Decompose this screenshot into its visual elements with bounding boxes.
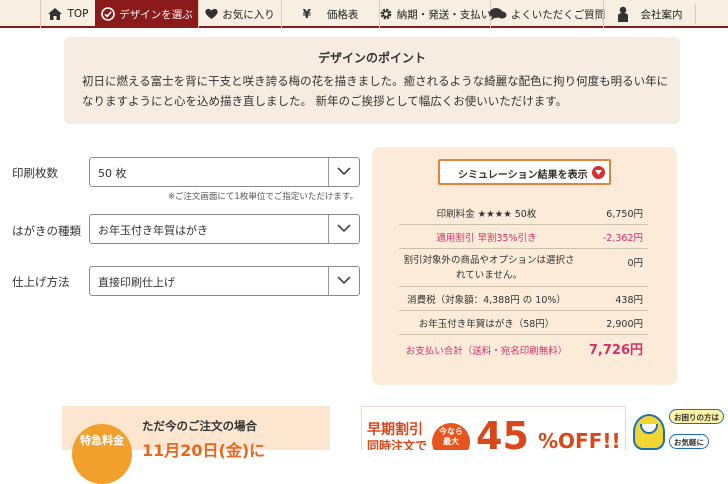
finish-method-value: 直接印刷仕上げ xyxy=(98,276,175,289)
print-count-value: 50 枚 xyxy=(98,167,127,180)
design-point-text: 初日に燃える富士を背に干支と咲き誇る梅の花を描きました。癒されるような綺麗な配色… xyxy=(82,74,669,108)
person-icon xyxy=(617,6,629,22)
chevron-down-icon[interactable] xyxy=(328,215,359,243)
speech-bubbles-icon xyxy=(489,7,507,21)
sim-row-print-fee: 印刷料金 ★★★★ 50枚 6,750円 xyxy=(399,201,648,225)
sim-row-value: 2,900円 xyxy=(606,319,643,330)
print-count-select[interactable]: 50 枚 xyxy=(89,157,360,187)
early-discount-off: %OFF!! xyxy=(538,429,621,450)
nav-item-choose-design[interactable]: デザインを選ぶ xyxy=(95,0,198,28)
design-point-panel: デザインのポイント 初日に燃える富士を背に干支と咲き誇る梅の花を描きました。癒さ… xyxy=(64,37,680,124)
sim-row-value: 7,726円 xyxy=(588,343,643,358)
design-point-title: デザインのポイント xyxy=(317,51,426,65)
nav-item-faq[interactable]: よくいただくご質問 xyxy=(489,0,606,28)
sim-row-label: 印刷料金 ★★★★ 50枚 xyxy=(436,209,537,220)
nav-item-label: よくいただくご質問 xyxy=(510,8,606,21)
sim-row-label: 適用割引 早割35%引き xyxy=(436,233,537,244)
express-fee-date: 11月20日(金)に xyxy=(142,441,266,460)
nav-item-label: 会社案内 xyxy=(640,8,683,21)
early-discount-subtitle: 同時注文で xyxy=(367,439,428,450)
express-fee-badge-text: 特急料金 xyxy=(80,434,124,447)
gear-icon xyxy=(379,7,393,21)
early-discount-title: 早期割引 xyxy=(367,422,423,438)
sim-row-value: 438円 xyxy=(615,295,643,306)
sim-row-non-discount: 割引対象外の商品やオプションは選択されていません。 0円 xyxy=(399,249,648,287)
chevron-down-icon[interactable] xyxy=(328,267,359,295)
help-widget[interactable]: お困りの方は お気軽に xyxy=(627,406,728,450)
card-type-value: お年玉付き年賀はがき xyxy=(98,224,208,237)
print-count-label: 印刷枚数 xyxy=(12,166,58,180)
sim-row-tax: 消費税（対象額：4,388円 の 10%） 438円 xyxy=(399,287,648,311)
nav-item-label: 価格表 xyxy=(326,8,359,21)
sim-row-discount: 適用割引 早割35%引き -2,362円 xyxy=(399,225,648,249)
nav-item-delivery-payment[interactable]: 納期・発送・支払い xyxy=(379,0,492,28)
help-tag-top: お困りの方は xyxy=(669,409,724,424)
sim-row-total: お支払い合計（送料・宛名印刷無料） 7,726円 xyxy=(399,335,648,361)
early-discount-banner[interactable]: 早期割引 同時注文で 今なら 最大 45 %OFF!! xyxy=(361,406,626,450)
nav-item-label: デザインを選ぶ xyxy=(119,8,193,21)
chevron-down-icon[interactable] xyxy=(328,158,359,186)
nav-item-top[interactable]: TOP xyxy=(40,0,95,28)
check-circle-icon xyxy=(101,7,116,21)
sim-row-label: お年玉付き年賀はがき（58円） xyxy=(418,319,555,330)
express-fee-badge: 特急料金 xyxy=(72,424,132,484)
nav-item-label: 納期・発送・支払い xyxy=(396,8,492,21)
express-fee-banner[interactable]: 特急料金 ただ今のご注文の場合 11月20日(金)に xyxy=(62,406,330,484)
sim-row-label: 割引対象外の商品やオプションは選択されていません。 xyxy=(403,255,575,281)
show-simulation-button[interactable]: シミュレーション結果を表示 xyxy=(438,159,611,185)
early-discount-badge-line1: 今なら xyxy=(439,427,463,436)
finish-method-select[interactable]: 直接印刷仕上げ xyxy=(89,266,360,296)
nav-item-label: お気に入り xyxy=(222,8,275,21)
sim-row-value: -2,362円 xyxy=(602,233,643,244)
early-discount-badge: 今なら 最大 xyxy=(432,423,470,450)
show-simulation-label: シミュレーション結果を表示 xyxy=(458,170,588,181)
yen-icon: ¥ xyxy=(302,7,311,21)
sim-row-label: お支払い合計（送料・宛名印刷無料） xyxy=(405,346,568,357)
express-fee-title: ただ今のご注文の場合 xyxy=(142,419,257,433)
top-navigation: TOP デザインを選ぶ お気に入り ¥ 価格表 納期・発送・支払い よくいただく… xyxy=(0,0,728,28)
print-count-note: ※ご注文画面にて1枚単位でご指定いただけます。 xyxy=(167,192,358,202)
nav-divider xyxy=(695,4,696,24)
nav-item-price-list[interactable]: ¥ 価格表 xyxy=(281,0,379,28)
sim-row-label: 消費税（対象額：4,388円 の 10%） xyxy=(407,295,566,306)
sim-row-value: 6,750円 xyxy=(606,209,643,220)
card-type-select[interactable]: お年玉付き年賀はがき xyxy=(89,214,360,244)
sim-row-value: 0円 xyxy=(627,258,643,269)
finish-method-label: 仕上げ方法 xyxy=(12,275,70,289)
home-icon xyxy=(47,7,63,21)
nav-item-company[interactable]: 会社案内 xyxy=(603,0,695,28)
early-discount-badge-line2: 最大 xyxy=(443,437,459,446)
nav-item-label: TOP xyxy=(67,8,89,20)
sim-row-postcard: お年玉付き年賀はがき（58円） 2,900円 xyxy=(399,311,648,335)
help-tag-bottom: お気軽に xyxy=(669,434,709,449)
early-discount-percent: 45 xyxy=(476,414,529,450)
mascot-icon xyxy=(633,414,665,450)
card-type-label: はがきの種類 xyxy=(12,224,81,238)
simulation-panel: シミュレーション結果を表示 印刷料金 ★★★★ 50枚 6,750円 適用割引 … xyxy=(372,147,677,385)
nav-item-favorites[interactable]: お気に入り xyxy=(198,0,281,28)
chevron-down-circle-icon xyxy=(592,166,605,179)
heart-icon xyxy=(205,8,218,20)
